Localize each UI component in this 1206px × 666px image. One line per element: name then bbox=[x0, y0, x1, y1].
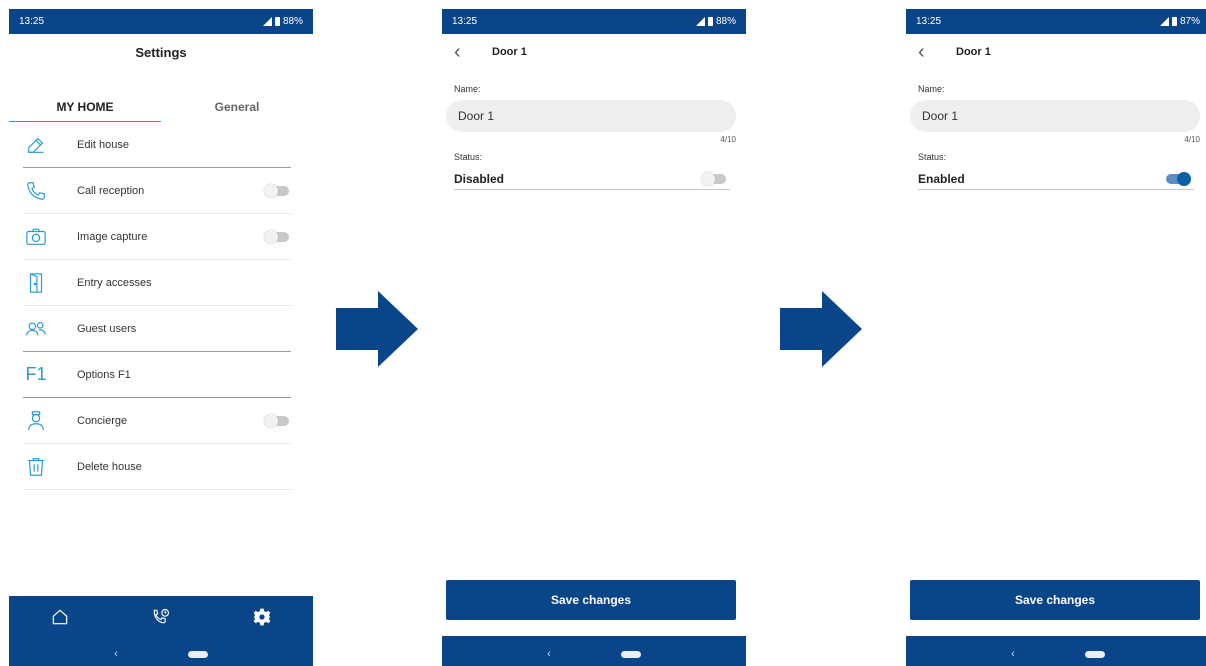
system-nav-buttons: ‹ bbox=[906, 642, 1206, 666]
status-icons: 88% bbox=[695, 16, 736, 27]
call-reception-toggle[interactable] bbox=[264, 183, 289, 198]
menu-label: Image capture bbox=[77, 230, 148, 243]
door-icon bbox=[23, 270, 49, 296]
menu-item-guest-users[interactable]: Guest users bbox=[23, 306, 291, 352]
system-nav-buttons: ‹ bbox=[442, 642, 746, 666]
menu-label: Concierge bbox=[77, 414, 128, 427]
menu-label: Edit house bbox=[77, 138, 129, 151]
battery-icon bbox=[1171, 17, 1177, 26]
system-nav-bar: ‹ bbox=[906, 636, 1206, 666]
status-bar: 13:25 88% bbox=[9, 9, 313, 34]
back-chevron-icon[interactable]: ‹ bbox=[454, 42, 472, 62]
status-label: Status: bbox=[918, 152, 947, 162]
signal-icon bbox=[1159, 17, 1169, 26]
name-input[interactable]: Door 1 bbox=[910, 100, 1200, 132]
camera-icon bbox=[23, 224, 49, 250]
concierge-toggle[interactable] bbox=[264, 413, 289, 428]
flow-arrow-icon bbox=[780, 291, 862, 367]
toggle-knob bbox=[264, 229, 278, 244]
f1-icon: F1 bbox=[25, 364, 47, 384]
tab-bar: MY HOME General bbox=[9, 92, 313, 122]
menu-label: Call reception bbox=[77, 184, 145, 197]
bottom-navigation: ‹ bbox=[9, 596, 313, 666]
battery-icon bbox=[707, 17, 713, 26]
status-time: 13:25 bbox=[452, 16, 478, 27]
image-capture-toggle[interactable] bbox=[264, 229, 289, 244]
page-header: ‹ Door 1 bbox=[442, 34, 746, 70]
menu-item-call-reception[interactable]: Call reception bbox=[23, 168, 291, 214]
status-label: Status: bbox=[454, 152, 483, 162]
back-chevron-icon[interactable]: ‹ bbox=[918, 42, 936, 62]
menu-label: Delete house bbox=[77, 460, 142, 473]
home-icon[interactable] bbox=[50, 607, 70, 632]
edit-icon bbox=[23, 132, 49, 158]
flow-arrow-icon bbox=[336, 291, 418, 367]
menu-item-options-f1[interactable]: F1 Options F1 bbox=[23, 352, 291, 398]
system-home-button[interactable] bbox=[620, 650, 641, 658]
battery-level: 87% bbox=[1179, 16, 1200, 27]
status-icons: 88% bbox=[262, 16, 303, 27]
status-value: Enabled bbox=[918, 171, 965, 186]
tab-my-home[interactable]: MY HOME bbox=[9, 92, 161, 122]
menu-item-delete-house[interactable]: Delete house bbox=[23, 444, 291, 490]
battery-icon bbox=[274, 17, 280, 26]
status-time: 13:25 bbox=[916, 16, 942, 27]
status-time: 13:25 bbox=[19, 16, 45, 27]
system-nav-bar: ‹ bbox=[442, 636, 746, 666]
tab-general[interactable]: General bbox=[161, 92, 313, 122]
status-value: Disabled bbox=[454, 171, 505, 186]
system-home-button[interactable] bbox=[1084, 650, 1105, 658]
menu-label: Guest users bbox=[77, 322, 137, 335]
system-back-button[interactable]: ‹ bbox=[114, 648, 118, 660]
status-row: Disabled bbox=[454, 168, 730, 190]
system-home-button[interactable] bbox=[187, 650, 208, 658]
settings-menu: Edit house Call reception Image capture bbox=[9, 122, 313, 490]
phone-icon bbox=[23, 178, 49, 204]
battery-level: 88% bbox=[715, 16, 736, 27]
page-title: Door 1 bbox=[956, 46, 991, 58]
char-counter: 4/10 bbox=[1184, 135, 1200, 144]
status-bar: 13:25 87% bbox=[906, 9, 1206, 34]
name-label: Name: bbox=[454, 84, 481, 94]
toggle-knob bbox=[1177, 171, 1191, 186]
trash-icon bbox=[23, 454, 49, 480]
menu-item-concierge[interactable]: Concierge bbox=[23, 398, 291, 444]
nav-icons bbox=[9, 596, 313, 642]
signal-icon bbox=[262, 17, 272, 26]
status-toggle[interactable] bbox=[1166, 171, 1191, 186]
page-header: ‹ Door 1 bbox=[906, 34, 1206, 70]
door-screen-enabled: 13:25 87% ‹ Door 1 Name: Door 1 4/10 Sta… bbox=[906, 9, 1206, 666]
system-back-button[interactable]: ‹ bbox=[1011, 648, 1015, 660]
page-title: Door 1 bbox=[492, 46, 527, 58]
page-title: Settings bbox=[135, 44, 187, 60]
status-row: Enabled bbox=[918, 168, 1194, 190]
menu-item-image-capture[interactable]: Image capture bbox=[23, 214, 291, 260]
call-history-icon[interactable] bbox=[151, 607, 171, 632]
signal-icon bbox=[695, 17, 705, 26]
system-nav-bar: ‹ bbox=[9, 642, 313, 666]
name-label: Name: bbox=[918, 84, 945, 94]
char-counter: 4/10 bbox=[720, 135, 736, 144]
battery-level: 88% bbox=[282, 16, 303, 27]
toggle-knob bbox=[701, 171, 715, 186]
status-icons: 87% bbox=[1159, 16, 1200, 27]
door-screen-disabled: 13:25 88% ‹ Door 1 Name: Door 1 4/10 Sta… bbox=[442, 9, 746, 666]
menu-label: Options F1 bbox=[77, 368, 131, 381]
flow-stage: 13:25 88% Settings MY HOME General Edit … bbox=[0, 0, 1206, 666]
toggle-knob bbox=[264, 413, 278, 428]
settings-gear-icon[interactable] bbox=[252, 607, 272, 632]
toggle-knob bbox=[264, 183, 278, 198]
users-icon bbox=[23, 316, 49, 342]
save-changes-button[interactable]: Save changes bbox=[446, 580, 736, 620]
status-toggle[interactable] bbox=[701, 171, 726, 186]
settings-screen: 13:25 88% Settings MY HOME General Edit … bbox=[9, 9, 313, 666]
system-back-button[interactable]: ‹ bbox=[547, 648, 551, 660]
name-input[interactable]: Door 1 bbox=[446, 100, 736, 132]
menu-label: Entry accesses bbox=[77, 276, 152, 289]
save-changes-button[interactable]: Save changes bbox=[910, 580, 1200, 620]
concierge-icon bbox=[23, 408, 49, 434]
menu-item-entry-accesses[interactable]: Entry accesses bbox=[23, 260, 291, 306]
menu-item-edit-house[interactable]: Edit house bbox=[23, 122, 291, 168]
status-bar: 13:25 88% bbox=[442, 9, 746, 34]
